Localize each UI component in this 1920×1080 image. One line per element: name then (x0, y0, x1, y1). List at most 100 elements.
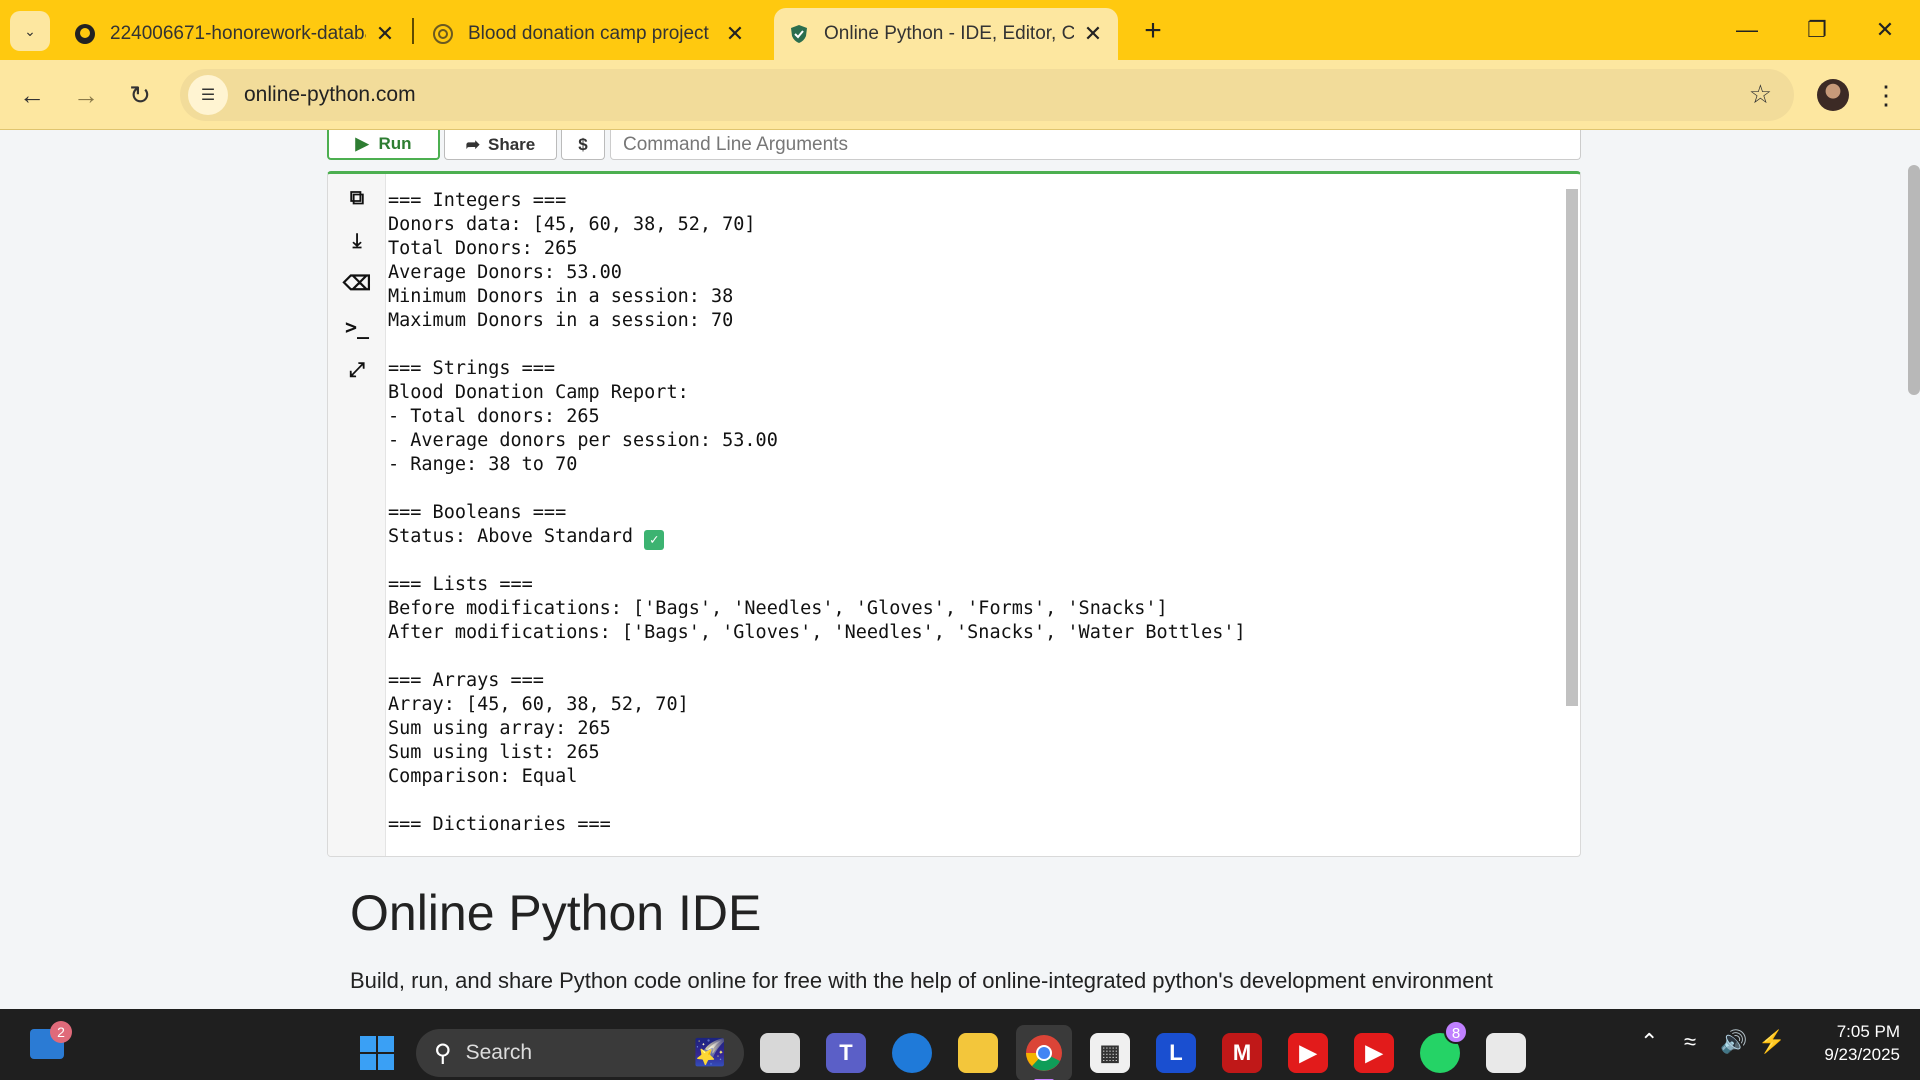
close-tab-icon[interactable]: ✕ (374, 21, 396, 46)
teams-icon[interactable]: T (826, 1033, 866, 1073)
youtube-icon[interactable]: ▶ (1288, 1033, 1328, 1073)
site-settings-icon[interactable]: ☰ (188, 75, 228, 115)
address-bar[interactable]: ☰ online-python.com ☆ (180, 69, 1794, 121)
taskbar: 2 ⚲ Search 🌠 T ▦ L M ▶ ▶ (0, 1009, 1920, 1080)
console-gutter: ⧉ ⤓ ⌫ >_ ⤢ (328, 174, 386, 856)
console-line-text: Sum using list: 265 (388, 742, 600, 763)
profile-avatar[interactable] (1817, 79, 1849, 111)
edge-icon[interactable] (892, 1033, 932, 1073)
openai-icon (432, 23, 454, 45)
console-line-text: === Integers === (388, 190, 567, 211)
tab-title: Blood donation camp project (468, 23, 709, 44)
url-text: online-python.com (244, 83, 416, 106)
output-console: ⧉ ⤓ ⌫ >_ ⤢ === Integers === Donors data: … (327, 171, 1581, 857)
tab-online-python[interactable]: Online Python - IDE, Editor, Cor ✕ (774, 8, 1118, 60)
search-highlight-icon: 🌠 (693, 1037, 726, 1067)
forward-arrow-icon[interactable]: → (68, 77, 104, 113)
whatsapp-badge: 8 (1444, 1020, 1468, 1044)
console-line-text: - Total donors: 265 (388, 406, 600, 427)
console-line: Donors data: [45, 60, 38, 52, 70] (388, 213, 1558, 237)
github-icon (74, 23, 96, 45)
console-line: Blood Donation Camp Report: (388, 381, 1558, 405)
console-line: === Booleans === (388, 501, 1558, 525)
close-tab-icon[interactable]: ✕ (1082, 21, 1104, 46)
search-icon: ⚲ (434, 1039, 452, 1067)
console-line: - Range: 38 to 70 (388, 453, 1558, 477)
share-icon: ➦ (465, 134, 480, 154)
minimize-icon[interactable]: — (1724, 12, 1770, 48)
task-view-icon[interactable] (760, 1033, 800, 1073)
console-line-text: === Booleans === (388, 502, 567, 523)
microsoft-store-icon[interactable]: ▦ (1090, 1033, 1130, 1073)
tab-chatgpt[interactable]: Blood donation camp project ✕ (418, 8, 760, 60)
command-line-toggle-button[interactable]: $ (561, 130, 605, 160)
console-line: === Arrays === (388, 669, 1558, 693)
chevron-down-icon: ⌄ (24, 22, 36, 39)
taskbar-search[interactable]: ⚲ Search 🌠 (416, 1029, 744, 1077)
tab-title: 224006671-honorework-databa (110, 23, 366, 44)
reload-icon[interactable]: ↻ (122, 77, 158, 113)
console-line-text: After modifications: ['Bags', 'Gloves', … (388, 622, 1246, 643)
run-button[interactable]: ▶ Run (327, 130, 440, 160)
page-title: Online Python IDE (350, 885, 762, 941)
taskbar-search-label: Search (465, 1041, 533, 1064)
tab-github[interactable]: 224006671-honorework-databa ✕ (60, 8, 410, 60)
battery-icon[interactable]: ⚡ (1758, 1022, 1785, 1062)
console-line: === Strings === (388, 357, 1558, 381)
console-line: - Average donors per session: 53.00 (388, 429, 1558, 453)
share-button[interactable]: ➦ Share (444, 130, 557, 160)
wifi-icon[interactable]: ≈ (1684, 1022, 1696, 1062)
console-line: Total Donors: 265 (388, 237, 1558, 261)
volume-icon[interactable]: 🔊 (1720, 1022, 1747, 1062)
command-line-arguments-input[interactable] (610, 130, 1581, 160)
console-line: Minimum Donors in a session: 38 (388, 285, 1558, 309)
bookmark-star-icon[interactable]: ☆ (1749, 79, 1772, 110)
youtube-icon[interactable]: ▶ (1354, 1033, 1394, 1073)
notepad-icon[interactable] (1486, 1033, 1526, 1073)
back-arrow-icon[interactable]: ← (14, 77, 50, 113)
console-scrollbar[interactable] (1566, 189, 1578, 706)
console-line-text: Sum using array: 265 (388, 718, 611, 739)
tab-title: Online Python - IDE, Editor, Cor (824, 23, 1074, 44)
new-tab-button[interactable]: + (1136, 14, 1170, 48)
clock-time: 7:05 PM (1836, 1022, 1900, 1041)
page-description: Build, run, and share Python code online… (350, 968, 1493, 993)
close-window-icon[interactable]: ✕ (1862, 12, 1908, 48)
widgets-badge: 2 (50, 1021, 72, 1043)
tab-search-button[interactable]: ⌄ (10, 11, 50, 51)
play-icon: ▶ (355, 134, 369, 153)
console-line-text: Donors data: [45, 60, 38, 52, 70] (388, 214, 756, 235)
eraser-icon[interactable]: ⌫ (343, 270, 371, 296)
close-tab-icon[interactable]: ✕ (724, 21, 746, 46)
restore-icon[interactable]: ❐ (1794, 12, 1840, 48)
console-line-text: - Range: 38 to 70 (388, 454, 578, 475)
console-line-text: === Dictionaries === (388, 814, 611, 835)
console-line-text: === Strings === (388, 358, 556, 379)
clock-date: 9/23/2025 (1824, 1045, 1900, 1064)
console-line: Status: Above Standard ✓ (388, 525, 1558, 550)
console-line: Sum using list: 265 (388, 741, 1558, 765)
download-icon[interactable]: ⤓ (344, 228, 370, 254)
tray-chevron-icon[interactable]: ⌃ (1640, 1022, 1658, 1062)
clock[interactable]: 7:05 PM 9/23/2025 (1800, 1020, 1900, 1066)
console-line-text: Minimum Donors in a session: 38 (388, 286, 734, 307)
menu-kebab-icon[interactable]: ⋮ (1868, 77, 1904, 113)
page-scrollbar[interactable] (1908, 165, 1920, 395)
terminal-icon[interactable]: >_ (344, 314, 370, 340)
check-mark-icon: ✓ (644, 530, 665, 550)
file-explorer-icon[interactable] (958, 1033, 998, 1073)
console-line-text: Array: [45, 60, 38, 52, 70] (388, 694, 689, 715)
collapse-icon[interactable]: ⤢ (344, 357, 370, 383)
copy-icon[interactable]: ⧉ (344, 185, 370, 211)
console-output: === Integers === Donors data: [45, 60, 38… (388, 189, 1558, 856)
start-button[interactable] (360, 1036, 394, 1070)
chrome-icon[interactable] (1016, 1025, 1072, 1080)
l-app-icon[interactable]: L (1156, 1033, 1196, 1073)
console-line: Comparison: Equal (388, 765, 1558, 789)
mcafee-icon[interactable]: M (1222, 1033, 1262, 1073)
ide-toolbar: ▶ Run ➦ Share $ (327, 130, 1581, 160)
